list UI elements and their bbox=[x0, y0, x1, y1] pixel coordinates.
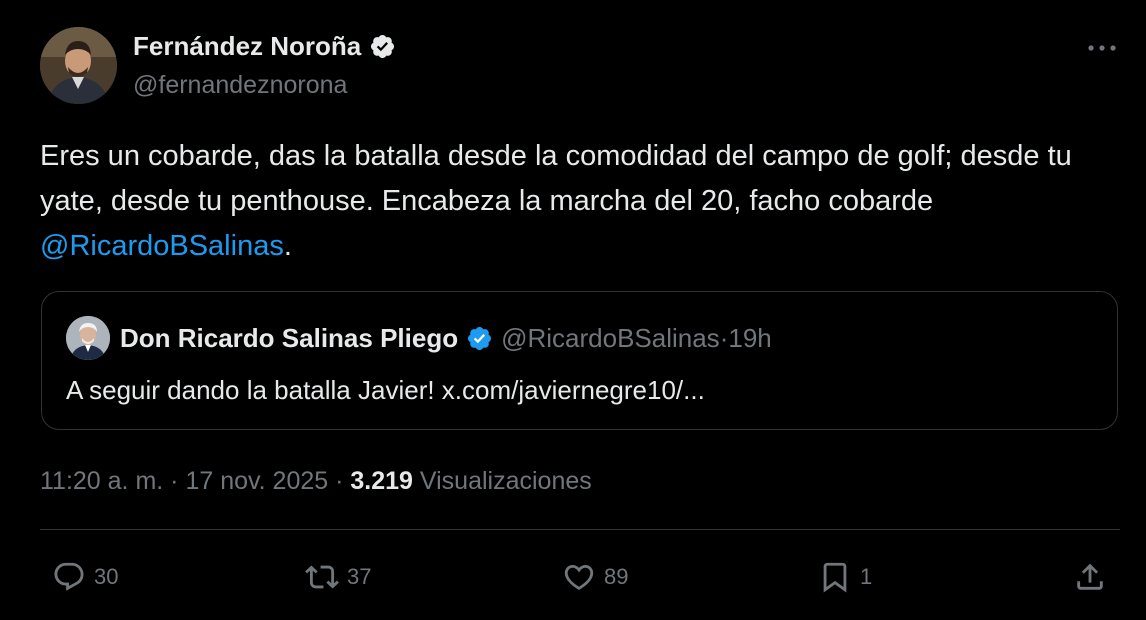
author-handle[interactable]: @fernandeznorona bbox=[133, 68, 347, 102]
mention-link[interactable]: @RicardoBSalinas bbox=[40, 230, 284, 262]
quoted-tweet-card[interactable]: Don Ricardo Salinas Pliego @RicardoBSali… bbox=[41, 291, 1118, 430]
tweet-meta: 11:20 a. m. · 17 nov. 2025 · 3.219 Visua… bbox=[40, 462, 592, 500]
reply-icon bbox=[54, 562, 84, 591]
like-count: 89 bbox=[604, 564, 629, 589]
quoted-separator: · bbox=[719, 322, 729, 353]
tweet-text-end: . bbox=[283, 230, 292, 262]
tweet-time[interactable]: 11:20 a. m. bbox=[40, 467, 163, 495]
reply-button[interactable]: 30 bbox=[52, 554, 118, 600]
more-dots-icon bbox=[1088, 45, 1116, 51]
quoted-time[interactable]: 19h bbox=[728, 323, 771, 354]
quoted-author-handle[interactable]: @RicardoBSalinas bbox=[501, 323, 720, 354]
author-avatar[interactable] bbox=[40, 27, 117, 104]
bookmark-icon bbox=[823, 562, 847, 593]
bookmark-count: 1 bbox=[860, 564, 873, 589]
repost-icon bbox=[305, 565, 339, 589]
meta-separator: · bbox=[328, 467, 351, 495]
reply-count: 30 bbox=[94, 564, 119, 589]
share-icon bbox=[1077, 563, 1103, 590]
heart-icon bbox=[564, 564, 594, 590]
views-label: Visualizaciones bbox=[412, 467, 592, 495]
views-count: 3.219 bbox=[350, 467, 413, 495]
tweet-text-main: Eres un cobarde, das la batalla desde la… bbox=[40, 140, 1072, 217]
author-name-row[interactable]: Fernández Noroña bbox=[133, 28, 396, 64]
quoted-header: Don Ricardo Salinas Pliego @RicardoBSali… bbox=[120, 318, 772, 358]
verified-badge-icon bbox=[369, 33, 396, 60]
quoted-author-name[interactable]: Don Ricardo Salinas Pliego bbox=[120, 323, 458, 354]
bookmark-button[interactable]: 1 bbox=[818, 554, 872, 600]
share-button[interactable] bbox=[1073, 554, 1107, 600]
quoted-author-avatar[interactable] bbox=[66, 316, 110, 360]
tweet-text: Eres un cobarde, das la batalla desde la… bbox=[40, 134, 1100, 269]
repost-button[interactable]: 37 bbox=[305, 554, 371, 600]
meta-separator: · bbox=[163, 467, 186, 495]
verified-badge-icon bbox=[466, 325, 493, 352]
repost-count: 37 bbox=[347, 564, 372, 589]
quoted-tweet-text: A seguir dando la batalla Javier! x.com/… bbox=[66, 375, 705, 405]
action-bar: 30 37 89 1 bbox=[0, 554, 1146, 600]
more-options-button[interactable] bbox=[1084, 36, 1120, 60]
tweet-date[interactable]: 17 nov. 2025 bbox=[185, 467, 328, 495]
author-display-name[interactable]: Fernández Noroña bbox=[133, 28, 361, 64]
divider bbox=[40, 529, 1120, 530]
like-button[interactable]: 89 bbox=[562, 554, 628, 600]
